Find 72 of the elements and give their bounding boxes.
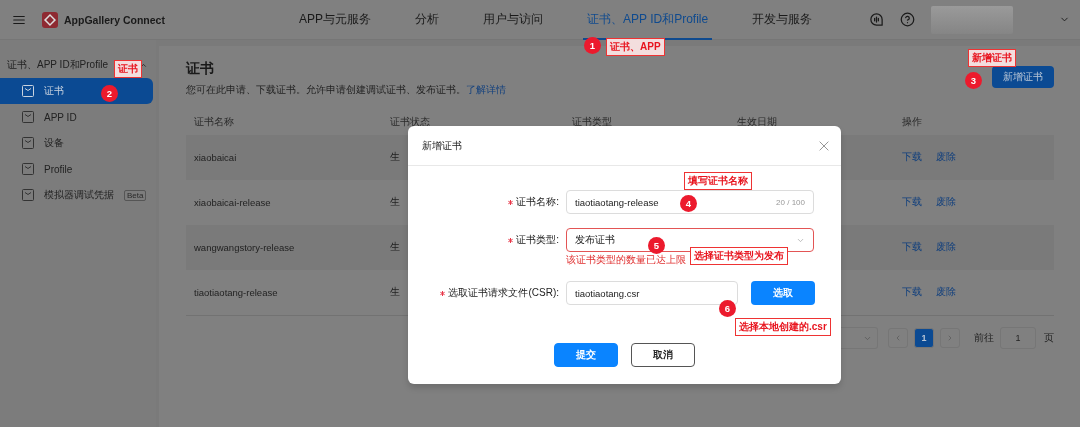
nav-tab[interactable]: 开发与服务 [748,0,817,40]
field-label: 选取证书请求文件(CSR): [448,286,559,300]
row-action-link[interactable]: 下载 [902,151,922,164]
page-icon [22,111,34,123]
table-cell: xiaobaicai [194,152,237,163]
table-cell: wangwangstory-release [194,242,295,253]
annotation-label: 证书 [114,60,142,78]
chevron-right-icon [946,334,954,342]
help-icon[interactable] [900,12,915,27]
page-icon [22,137,34,149]
field-label: 证书类型: [516,233,559,247]
page-title: 证书 [186,60,215,78]
chevron-left-icon [894,334,902,342]
annotation-label: 选择证书类型为发布 [690,247,788,265]
error-message: 该证书类型的数量已达上限 [566,253,686,267]
sidebar-item[interactable]: APP ID [0,104,153,130]
table-cell: 生 [390,241,400,254]
close-button[interactable] [817,138,831,153]
sidebar-item[interactable]: 设备 [0,130,153,156]
column-header: 生效日期 [736,115,778,129]
table-cell: 生 [390,151,400,164]
page-description: 您可在此申请、下载证书。允许申请创建调试证书、发布证书。了解详情 [186,83,506,97]
table-cell: 生 [390,286,400,299]
row-action-link[interactable]: 废除 [936,241,956,254]
cancel-button[interactable]: 取消 [631,343,695,367]
annotation-label: 新增证书 [968,49,1016,67]
page-number[interactable]: 1 [914,328,934,348]
page-suffix: 页 [1044,331,1054,345]
sidebar-group-label[interactable]: 证书、APP ID和Profile [7,58,108,72]
learn-more-link[interactable]: 了解详情 [466,84,506,95]
annotation-label: 填写证书名称 [684,172,752,190]
sidebar-item-label: 证书 [44,84,64,98]
column-header: 证书状态 [389,115,431,129]
sidebar-item-label: 模拟器调试凭据 [44,188,114,202]
app-logo [42,11,58,28]
annotation-label: 证书、APP [606,38,665,56]
choose-file-button[interactable]: 选取 [751,281,815,305]
row-action-link[interactable]: 废除 [936,196,956,209]
column-header: 操作 [901,115,923,129]
goto-label: 前往 [974,331,994,345]
app-name: AppGallery Connect [64,13,165,26]
sidebar-item[interactable]: Profile [0,156,153,182]
annotation-label: 选择本地创建的.csr [735,318,831,336]
character-counter: 20 / 100 [776,197,805,207]
add-certificate-button[interactable]: 新增证书 [992,66,1054,88]
sidebar-item[interactable]: 模拟器调试凭据 Beta [0,182,153,208]
nav-tab[interactable]: APP与元服务 [295,0,375,40]
row-action-link[interactable]: 下载 [902,241,922,254]
field-label: 证书名称: [516,195,559,209]
sidebar-item-label: Profile [44,163,73,175]
sidebar-item-label: 设备 [44,136,64,150]
row-action-link[interactable]: 下载 [902,286,922,299]
page-icon [22,189,34,201]
sidebar-item-label: APP ID [44,111,77,123]
dialog-title: 新增证书 [422,138,462,153]
goto-page-input[interactable]: 1 [1000,327,1036,349]
nav-tab[interactable]: 用户与访问 [479,0,547,40]
table-cell: xiaobaicai-release [194,197,271,208]
column-header: 证书名称 [193,115,235,129]
row-action-link[interactable]: 废除 [936,151,956,164]
chat-icon[interactable] [869,12,884,27]
submit-button[interactable]: 提交 [554,343,618,367]
beta-badge: Beta [124,189,147,201]
table-cell: 生 [390,196,400,209]
column-header: 证书类型 [571,115,613,129]
nav-tab[interactable]: 分析 [411,0,443,40]
page-icon [22,85,34,97]
page-icon [22,163,34,175]
row-action-link[interactable]: 下载 [902,196,922,209]
row-action-link[interactable]: 废除 [936,286,956,299]
table-cell: tiaotiaotang-release [194,287,278,298]
close-icon [817,138,831,153]
